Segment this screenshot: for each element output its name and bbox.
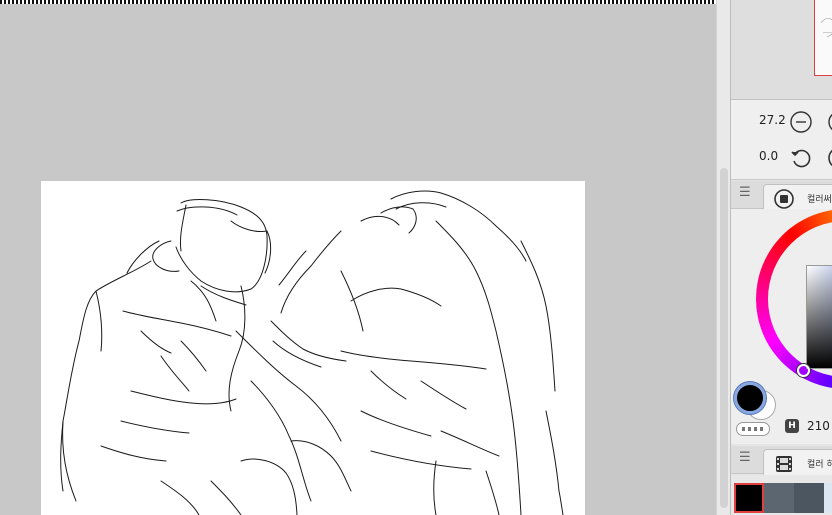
panel-menu-icon[interactable]: ☰ [739,450,751,465]
zoom-row: 27.2 [731,104,832,134]
canvas-edge-strip [0,0,716,4]
swatch-item[interactable] [764,483,794,513]
vertical-scrollbar[interactable] [716,0,730,515]
canvas-workspace[interactable] [0,0,716,515]
navigator-preview[interactable] [731,0,832,100]
figure-sketch-lineart [60,190,564,515]
film-strip-icon [776,456,792,472]
transparent-color-button[interactable] [736,422,770,436]
swatch-item[interactable] [824,483,832,513]
color-wheel-panel-header: ☰ 컬러써 [731,181,832,210]
zoom-rotate-section: 27.2 0.0 [731,100,832,180]
rotate-left-icon[interactable] [789,146,813,170]
navigator-view-frame[interactable] [814,0,832,76]
right-panel: 27.2 0.0 ☰ 컬러써 H 210 ☰ 컬러 히 [730,0,832,515]
rotate-right-icon[interactable] [827,146,832,170]
tab-color-history[interactable]: 컬러 히 [763,449,832,475]
app-window: 27.2 0.0 ☰ 컬러써 H 210 ☰ 컬러 히 [0,0,832,515]
panel-menu-icon[interactable]: ☰ [739,185,751,200]
saturation-value-cursor[interactable] [797,364,810,377]
zoom-value[interactable]: 27.2 [759,113,786,127]
color-wheel-tab-label: 컬러써 [807,195,832,205]
saturation-value-square[interactable] [806,265,832,369]
hue-label: H [785,419,799,433]
swatch-item[interactable] [734,483,764,513]
swatch-item[interactable] [794,483,824,513]
zoom-out-icon[interactable] [789,110,813,134]
main-color-swatch[interactable] [734,382,766,414]
tab-color-wheel[interactable]: 컬러써 [763,184,832,210]
color-history-tab-label: 컬러 히 [807,460,832,470]
zoom-in-icon[interactable] [827,110,832,134]
color-wheel-section: H 210 [731,209,832,444]
rotation-value[interactable]: 0.0 [759,149,778,163]
color-wheel-tab-icon [774,189,794,209]
hue-value[interactable]: 210 [807,419,830,433]
drawing-canvas[interactable] [41,181,585,515]
navigator-thumbnail-icon [820,18,832,38]
color-set-panel-header: ☰ 컬러 히 [731,446,832,475]
rotate-row: 0.0 [731,140,832,170]
color-history-swatches [731,475,832,515]
vertical-scrollbar-thumb[interactable] [720,168,728,508]
